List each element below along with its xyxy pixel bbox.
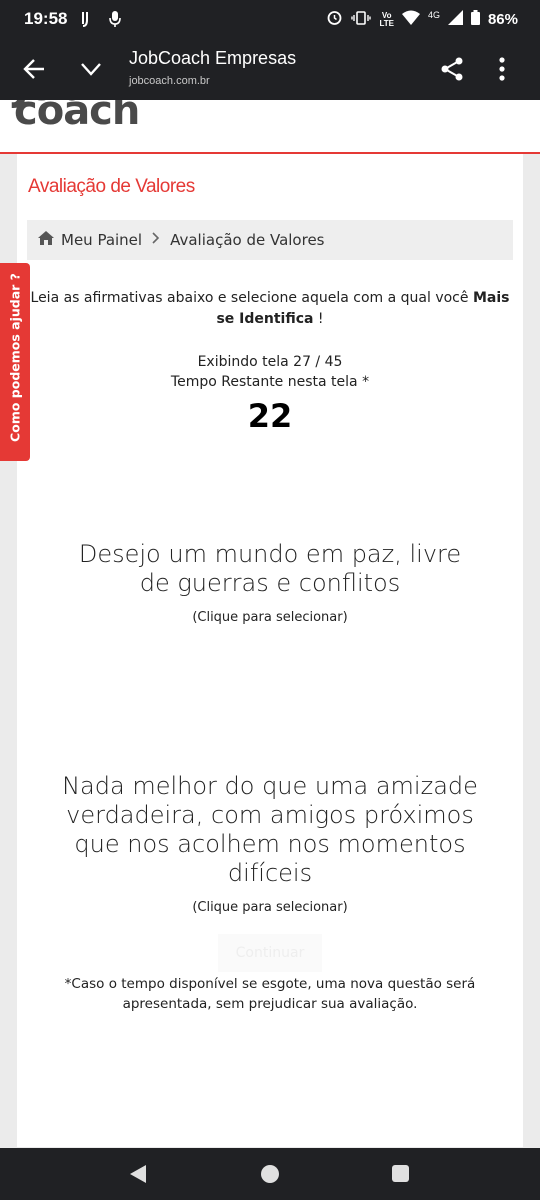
screen-counter: Exibindo tela 27 / 45	[197, 354, 343, 370]
breadcrumb-home-label: Meu Painel	[61, 231, 143, 249]
help-tab[interactable]: Como podemos ajudar ?	[0, 263, 30, 461]
assessment-card: Avaliação de Valores Meu Painel Avaliaçã…	[17, 154, 523, 1147]
breadcrumb-current: Avaliação de Valores	[170, 231, 325, 249]
chevron-down-icon[interactable]	[78, 56, 104, 86]
page-title: Avaliação de Valores	[28, 176, 195, 197]
site-header: Job coach	[0, 100, 540, 154]
status-bar: 19:58 Vo LTE 4G 86%	[0, 0, 540, 38]
option-1-text: Desejo um mundo em paz, livre de guerras…	[78, 540, 462, 597]
more-vert-icon[interactable]	[498, 56, 506, 86]
browser-title: JobCoach Empresas	[129, 48, 297, 68]
volte-indicator: Vo LTE	[379, 10, 394, 28]
nav-home-icon[interactable]	[261, 1165, 279, 1183]
vibrate-icon	[351, 10, 372, 30]
microphone-icon	[108, 10, 122, 32]
navigation-bar	[0, 1148, 540, 1200]
browser-toolbar: JobCoach Empresas jobcoach.com.br	[0, 38, 540, 100]
help-tab-label: Como podemos ajudar ?	[7, 273, 23, 442]
network-type: 4G	[427, 9, 440, 20]
notification-icon	[80, 10, 94, 32]
time-remaining-label: Tempo Restante nesta tela *	[170, 374, 370, 390]
home-icon	[38, 231, 54, 249]
nav-back-icon[interactable]	[129, 1164, 147, 1188]
share-icon[interactable]	[440, 56, 464, 86]
back-arrow-icon[interactable]	[22, 56, 48, 86]
browser-url: jobcoach.com.br	[129, 75, 210, 87]
signal-icon	[447, 10, 463, 29]
option-1[interactable]: Desejo um mundo em paz, livre de guerras…	[27, 540, 513, 625]
breadcrumb-home[interactable]: Meu Painel	[38, 231, 142, 249]
option-2[interactable]: Nada melhor do que uma amizade verdadeir…	[27, 772, 513, 915]
alarm-icon	[326, 9, 343, 30]
wifi-icon	[401, 10, 420, 29]
screen-info: Exibindo tela 27 / 45 Tempo Restante nes…	[27, 352, 513, 392]
option-1-hint: (Clique para selecionar)	[192, 610, 348, 625]
battery-icon	[470, 10, 480, 29]
instructions: Leia as afirmativas abaixo e selecione a…	[30, 290, 510, 327]
continue-button[interactable]: Continuar	[218, 934, 322, 972]
option-2-text: Nada melhor do que uma amizade verdadeir…	[62, 772, 478, 887]
footnote: *Caso o tempo disponível se esgote, uma …	[64, 976, 476, 1012]
countdown-timer: 22	[247, 397, 293, 435]
status-time: 19:58	[24, 9, 68, 28]
nav-recents-icon[interactable]	[392, 1165, 409, 1182]
chevron-right-icon	[152, 232, 160, 248]
breadcrumb: Meu Painel Avaliação de Valores	[27, 220, 513, 260]
option-2-hint: (Clique para selecionar)	[192, 900, 348, 915]
battery-level: 86%	[487, 11, 518, 28]
